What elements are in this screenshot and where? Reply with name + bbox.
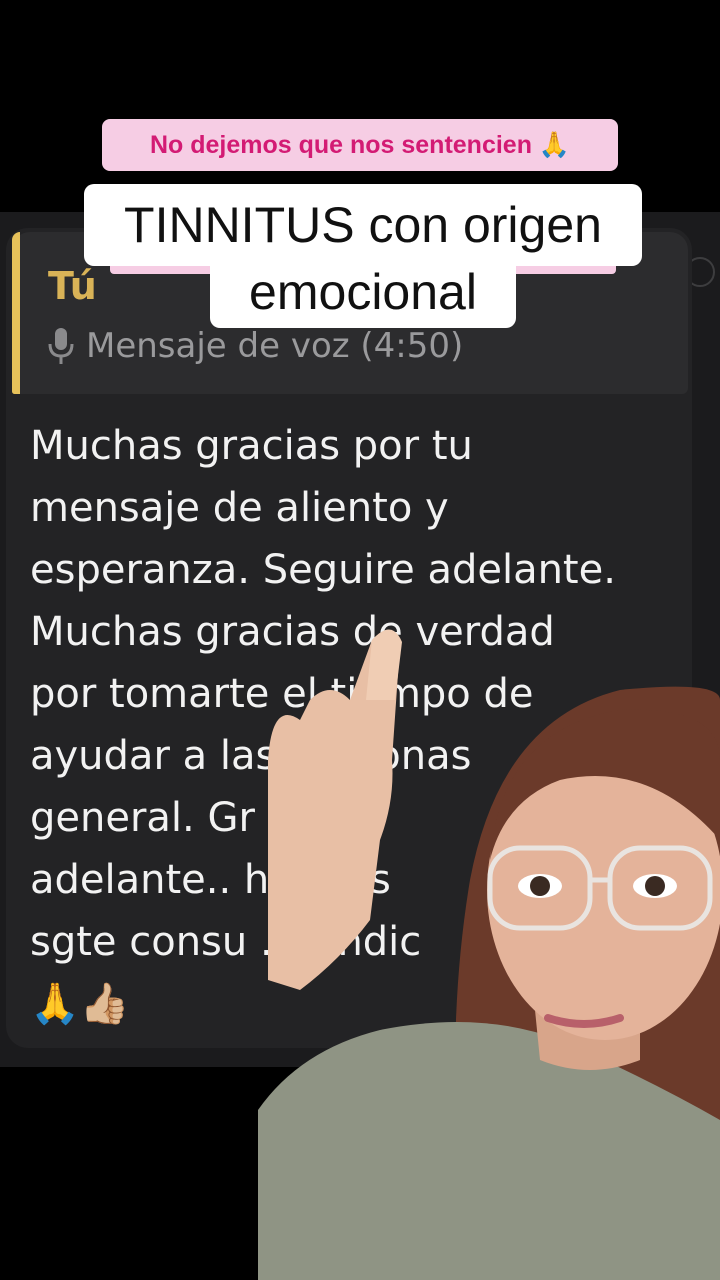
caption-subtitle: No dejemos que nos sentencien 🙏 [102,119,618,171]
caption-title-line2: emocional [210,256,516,328]
reply-accent-bar [12,232,20,394]
reply-author: Tú [48,264,97,308]
voice-message-label: Mensaje de voz (4:50) [46,324,463,368]
message-text: Muchas gracias por tu mensaje de aliento… [30,423,616,1027]
microphone-icon [48,328,74,364]
voice-message-text: Mensaje de voz (4:50) [86,326,464,366]
caption-title-line1: TINNITUS con origen [84,184,642,266]
